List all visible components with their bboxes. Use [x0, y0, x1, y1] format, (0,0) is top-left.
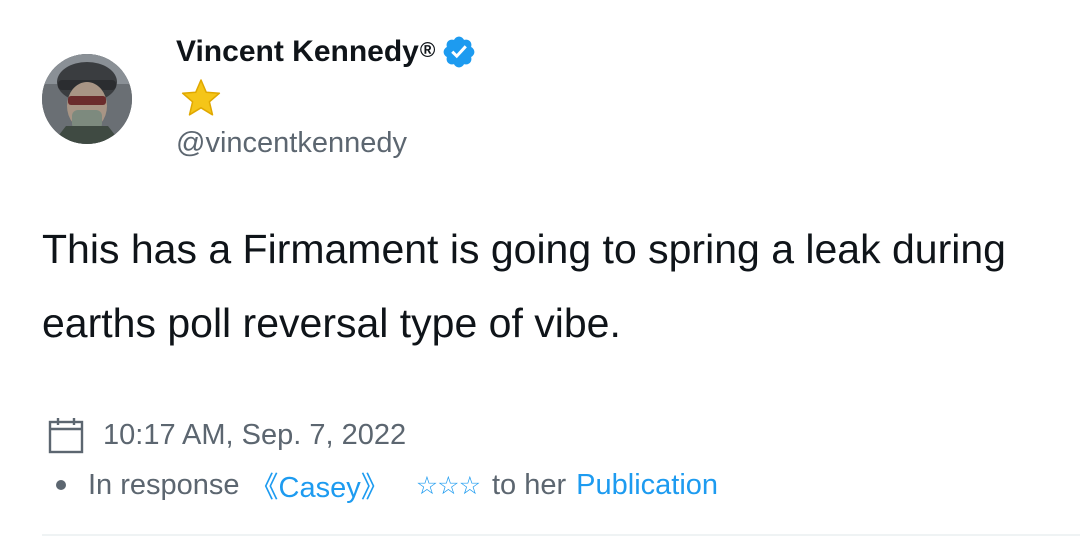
bullet-dot	[56, 480, 66, 490]
author-handle[interactable]: @vincentkennedy	[176, 127, 407, 160]
verified-badge-icon	[443, 36, 475, 68]
soldier-helmet-avatar-icon	[42, 54, 132, 144]
publication-link[interactable]: Publication	[576, 469, 718, 502]
response-name-link[interactable]: 《Casey》	[250, 464, 390, 506]
tweet-meta-row: 10:17 AM, Sep. 7, 2022	[48, 414, 406, 456]
calendar-icon	[48, 418, 84, 454]
author-name-row: Vincent Kennedy ®	[176, 30, 477, 74]
divider	[42, 534, 1080, 536]
in-response-row: In response 《Casey》 ☆☆☆ to her Publicati…	[56, 464, 718, 506]
registered-mark: ®	[419, 39, 436, 62]
author-display-name[interactable]: Vincent Kennedy	[176, 35, 419, 69]
response-middle-text: to her	[492, 468, 567, 501]
tweet-text: This has a Firmament is going to spring …	[42, 226, 1006, 346]
star-emoji-icon	[181, 79, 221, 116]
avatar[interactable]	[42, 54, 132, 144]
response-prefix: In response	[88, 468, 240, 501]
response-stars: ☆☆☆	[415, 470, 481, 500]
tweet-timestamp[interactable]: 10:17 AM, Sep. 7, 2022	[103, 419, 406, 452]
